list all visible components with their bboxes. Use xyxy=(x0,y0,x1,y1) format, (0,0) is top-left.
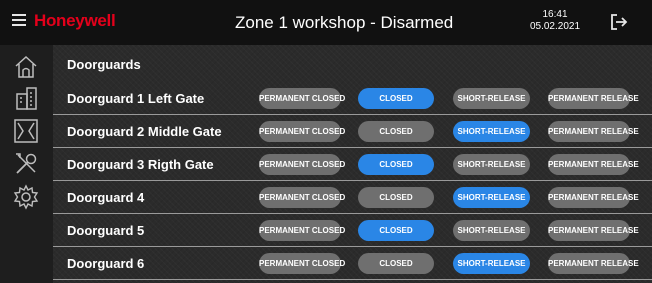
short-release-button[interactable]: SHORT-RELEASE xyxy=(453,154,530,175)
doorguard-name: Doorguard 1 Left Gate xyxy=(67,91,205,106)
page-title: Zone 1 workshop - Disarmed xyxy=(235,13,454,32)
doorguard-row: Doorguard 4 PERMANENT CLOSED CLOSED SHORT-R… xyxy=(53,182,652,214)
section-title: Doorguards xyxy=(67,57,141,72)
closed-button[interactable]: CLOSED xyxy=(358,187,434,208)
row-divider xyxy=(53,279,652,280)
permanent-release-button[interactable]: PERMANENT RELEASE xyxy=(548,220,639,241)
short-release-button[interactable]: SHORT-RELEASE xyxy=(453,88,530,109)
doorguard-name: Doorguard 6 xyxy=(67,256,145,271)
row-divider xyxy=(53,213,652,214)
permanent-release-button[interactable]: PERMANENT RELEASE xyxy=(548,88,639,109)
permanent-closed-button[interactable]: PERMANENT CLOSED xyxy=(259,220,345,241)
permanent-closed-button[interactable]: PERMANENT CLOSED xyxy=(259,253,345,274)
doorguard-row: Doorguard 3 Rigth Gate PERMANENT CLOSED CL… xyxy=(53,149,652,181)
permanent-release-button[interactable]: PERMANENT RELEASE xyxy=(548,253,639,274)
clock: 16:41 05.02.2021 xyxy=(524,9,586,33)
doorguard-row: Doorguard 2 Middle Gate PERMANENT CLOSED C… xyxy=(53,116,652,148)
closed-button[interactable]: CLOSED xyxy=(358,88,434,109)
permanent-release-button[interactable]: PERMANENT RELEASE xyxy=(548,187,639,208)
row-divider xyxy=(53,147,652,148)
sidebar xyxy=(0,45,53,283)
permanent-release-button[interactable]: PERMANENT RELEASE xyxy=(548,121,639,142)
home-icon[interactable] xyxy=(13,54,41,80)
tools-icon[interactable] xyxy=(13,151,41,177)
doorguard-name: Doorguard 5 xyxy=(67,223,145,238)
clock-date: 05.02.2021 xyxy=(529,21,581,32)
hamburger-menu-icon[interactable] xyxy=(12,14,26,28)
permanent-closed-button[interactable]: PERMANENT CLOSED xyxy=(259,88,345,109)
short-release-button[interactable]: SHORT-RELEASE xyxy=(453,121,530,142)
row-divider xyxy=(53,114,652,115)
row-divider xyxy=(53,180,652,181)
permanent-closed-button[interactable]: PERMANENT CLOSED xyxy=(259,187,345,208)
row-divider xyxy=(53,246,652,247)
clock-time: 16:41 xyxy=(542,9,568,20)
doorguards-panel: Doorguards Doorguard 1 Left Gate PERMANEN… xyxy=(53,45,652,283)
doorguard-row: Doorguard 5 PERMANENT CLOSED CLOSED SHORT-R… xyxy=(53,215,652,247)
doorguard-name: Doorguard 2 Middle Gate xyxy=(67,124,222,139)
permanent-release-button[interactable]: PERMANENT RELEASE xyxy=(548,154,639,175)
closed-button[interactable]: CLOSED xyxy=(358,220,434,241)
permanent-closed-button[interactable]: PERMANENT CLOSED xyxy=(259,121,345,142)
permanent-closed-button[interactable]: PERMANENT CLOSED xyxy=(259,154,345,175)
brand-logo: Honeywell xyxy=(34,11,116,30)
door-icon[interactable] xyxy=(13,118,41,144)
short-release-button[interactable]: SHORT-RELEASE xyxy=(453,187,530,208)
gear-icon[interactable] xyxy=(13,184,41,210)
doorguard-row: Doorguard 6 PERMANENT CLOSED CLOSED SHORT-R… xyxy=(53,248,652,280)
doorguard-name: Doorguard 3 Rigth Gate xyxy=(67,157,214,172)
logout-icon[interactable] xyxy=(610,14,628,30)
closed-button[interactable]: CLOSED xyxy=(358,253,434,274)
closed-button[interactable]: CLOSED xyxy=(358,121,434,142)
short-release-button[interactable]: SHORT-RELEASE xyxy=(453,220,530,241)
top-bar: Honeywell Zone 1 workshop - Disarmed 16:… xyxy=(0,0,652,45)
short-release-button[interactable]: SHORT-RELEASE xyxy=(453,253,530,274)
building-icon[interactable] xyxy=(13,85,41,111)
closed-button[interactable]: CLOSED xyxy=(358,154,434,175)
doorguard-row: Doorguard 1 Left Gate PERMANENT CLOSED CLO… xyxy=(53,83,652,115)
doorguard-name: Doorguard 4 xyxy=(67,190,145,205)
